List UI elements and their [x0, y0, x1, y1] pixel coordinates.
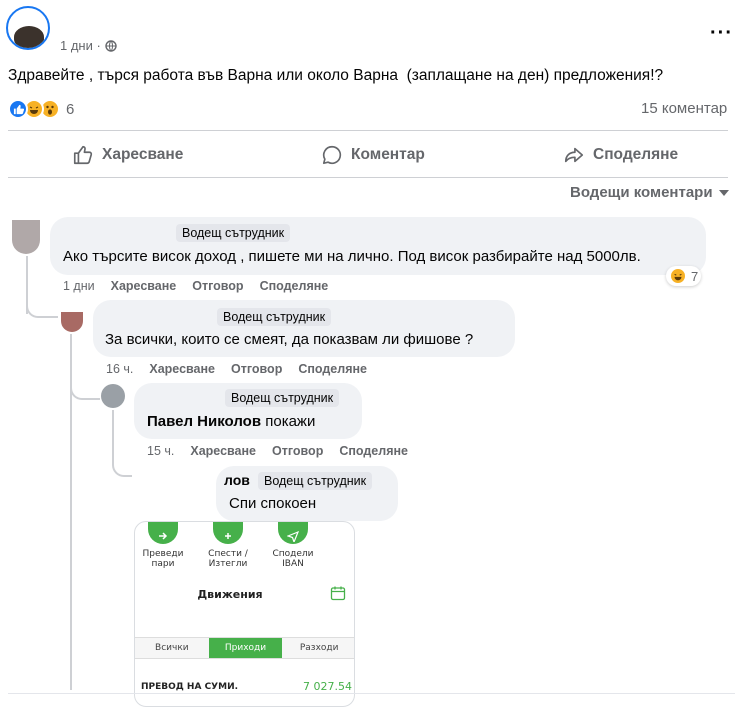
save-withdraw-label: Спести / Изтегли: [208, 549, 248, 569]
comment-time[interactable]: 16 ч.: [106, 362, 133, 376]
top-contributor-badge: Водещ сътрудник: [258, 472, 373, 490]
comment-like-button[interactable]: Харесване: [149, 362, 215, 376]
chevron-down-icon: [718, 189, 729, 196]
mention-link[interactable]: Павел Николов: [147, 413, 261, 430]
divider: [8, 130, 728, 131]
calendar-icon: [330, 586, 346, 601]
like-reaction-icon: [8, 99, 28, 119]
movements-tabs: Всички Приходи Разходи: [135, 637, 354, 659]
comment-actions: 16 ч. Харесване Отговор Споделяне: [106, 362, 367, 376]
comment-actions: 15 ч. Харесване Отговор Споделяне: [147, 444, 408, 458]
comment-text: За всички, които се смеят, да показвам л…: [105, 331, 474, 348]
post-text: Здравейте , търся работа във Варна или о…: [8, 67, 664, 84]
comment-bubble: Водещ сътрудник Павел Николов покажи: [134, 383, 362, 439]
author-avatar[interactable]: [6, 6, 50, 50]
thread-line: [112, 410, 114, 465]
commenter-avatar[interactable]: [61, 312, 83, 332]
globe-icon: [105, 39, 117, 52]
comment-reply-button[interactable]: Отговор: [272, 444, 323, 458]
like-button[interactable]: Харесване: [72, 140, 183, 170]
transaction-amount: 7 027.54: [303, 680, 352, 693]
comment-sort-label: Водещи коментари: [570, 184, 713, 201]
comment-reply-button[interactable]: Отговор: [192, 279, 243, 293]
transfer-icon: [148, 522, 178, 544]
haha-reaction-icon: [669, 267, 687, 285]
commenter-name[interactable]: лов: [224, 472, 250, 488]
comment-time[interactable]: 15 ч.: [147, 444, 174, 458]
send-iban-icon: [278, 522, 308, 544]
share-icon: [564, 147, 584, 163]
post-time[interactable]: 1 дни ·: [60, 38, 101, 53]
comment-button-label: Коментар: [351, 146, 425, 163]
tab-income: Приходи: [208, 638, 283, 658]
comment-share-button[interactable]: Споделяне: [298, 362, 367, 376]
comment-text: Павел Николов покажи: [147, 413, 315, 430]
top-contributor-badge: Водещ сътрудник: [176, 224, 291, 242]
thumbs-up-icon: [73, 145, 93, 165]
comment-bubble: Водещ сътрудник За всички, които се смея…: [93, 300, 515, 357]
comment-reply-button[interactable]: Отговор: [231, 362, 282, 376]
movements-title: Движения: [197, 588, 263, 601]
thread-connector: [26, 300, 58, 318]
top-contributor-badge: Водещ сътрудник: [217, 308, 332, 326]
transfer-label: Преведи пари: [142, 549, 184, 569]
comment-sort-dropdown[interactable]: Водещи коментари: [570, 184, 729, 201]
comment-image-attachment[interactable]: Преведи пари Спести / Изтегли Сподели IB…: [134, 521, 355, 707]
comment-text: Спи спокоен: [229, 495, 317, 512]
like-button-label: Харесване: [102, 146, 184, 163]
comment-text-body: покажи: [261, 413, 316, 430]
thread-connector: [112, 465, 132, 477]
transaction-label: ПРЕВОД НА СУМИ.: [141, 682, 239, 692]
reaction-count: 6: [66, 100, 75, 118]
comment-like-button[interactable]: Харесване: [190, 444, 256, 458]
commenter-avatar[interactable]: [101, 384, 125, 408]
divider: [8, 693, 735, 694]
post-reactions[interactable]: 6: [8, 99, 74, 119]
post-meta: 1 дни ·: [60, 38, 117, 53]
share-button[interactable]: Споделяне: [563, 140, 678, 170]
divider: [8, 177, 728, 178]
comment-bubble: Водещ сътрудник Ако търсите висок доход …: [50, 217, 706, 275]
comment-icon: [322, 145, 342, 165]
comment-actions: 1 дни Харесване Отговор Споделяне: [63, 279, 328, 293]
comment-text: Ако търсите висок доход , пишете ми на л…: [63, 248, 641, 265]
share-button-label: Споделяне: [593, 146, 679, 163]
comment-button[interactable]: Коментар: [321, 140, 425, 170]
comment-reaction-count: 7: [691, 268, 699, 284]
save-withdraw-icon: [213, 522, 243, 544]
comment-share-button[interactable]: Споделяне: [260, 279, 329, 293]
comment-like-button[interactable]: Харесване: [111, 279, 177, 293]
comment-time[interactable]: 1 дни: [63, 279, 95, 293]
tab-all: Всички: [155, 643, 189, 653]
top-contributor-badge: Водещ сътрудник: [225, 389, 340, 407]
comment-reactions[interactable]: 7: [666, 266, 702, 286]
thread-connector: [70, 384, 100, 400]
comment-share-button[interactable]: Споделяне: [339, 444, 408, 458]
tab-expenses: Разходи: [299, 643, 339, 653]
comments-count-link[interactable]: 15 коментар: [641, 100, 727, 117]
comment-bubble: лов Водещ сътрудник Спи спокоен: [216, 466, 398, 521]
commenter-avatar[interactable]: [12, 220, 40, 254]
post-more-button[interactable]: ···: [710, 22, 733, 45]
send-iban-label: Сподели IBAN: [272, 549, 314, 569]
